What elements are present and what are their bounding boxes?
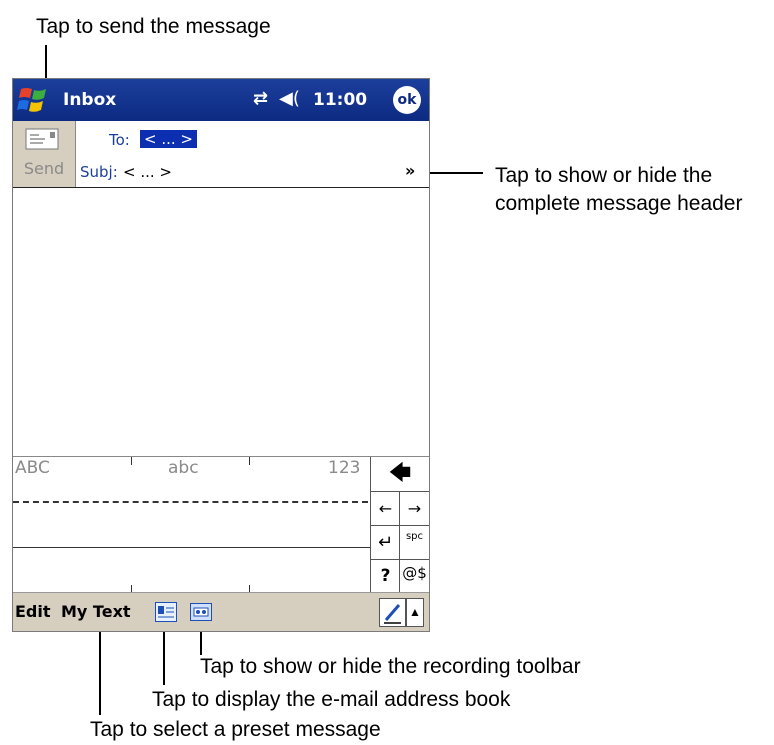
send-button[interactable]: Send — [13, 121, 76, 187]
speaker-icon[interactable]: ◀( — [279, 88, 300, 109]
callout-header-line2: complete message header — [495, 192, 743, 215]
title-bar: Inbox ⇄ ◀( 11:00 ok — [13, 79, 429, 121]
callout-header-line1: Tap to show or hide the — [495, 164, 713, 187]
subject-label: Subj: — [80, 163, 118, 181]
callout-recording: Tap to show or hide the recording toolba… — [200, 655, 581, 678]
callout-header: Tap to show or hide the complete message… — [495, 163, 742, 216]
help-key[interactable]: ? — [370, 560, 400, 594]
input-method-pen-icon[interactable] — [379, 598, 406, 627]
envelope-icon — [25, 128, 59, 150]
numeric-zone-label: 123 — [328, 458, 361, 478]
callout-addressbook-line — [163, 625, 165, 685]
to-label: To: — [109, 131, 130, 149]
enter-key[interactable]: ↵ — [370, 526, 400, 560]
input-panel-arrow-icon[interactable]: ▲ — [406, 598, 424, 627]
midline — [13, 501, 368, 503]
message-header: Send To: < ... > Subj: < ... > » — [13, 121, 429, 188]
edit-menu[interactable]: Edit — [15, 602, 51, 621]
zone-divider-top — [131, 457, 132, 465]
send-label: Send — [23, 159, 65, 178]
left-arrow-key[interactable]: ← — [370, 492, 400, 526]
lowercase-zone-label: abc — [168, 458, 199, 478]
ok-button[interactable]: ok — [393, 86, 421, 114]
key-grid: 🡄 ← → ↵ spc ? @$ — [370, 457, 429, 594]
subject-field[interactable]: < ... > — [123, 163, 172, 181]
zone-divider-top — [249, 457, 250, 465]
baseline — [13, 547, 370, 548]
clock[interactable]: 11:00 — [313, 90, 367, 110]
symbol-key[interactable]: @$ — [399, 560, 429, 594]
app-title: Inbox — [63, 90, 117, 110]
my-text-menu[interactable]: My Text — [61, 602, 131, 621]
windows-flag-icon[interactable] — [17, 85, 49, 115]
right-arrow-key[interactable]: → — [399, 492, 429, 526]
recording-toolbar-icon[interactable] — [190, 603, 212, 621]
letter-recognizer-area[interactable]: ABC abc 123 — [13, 457, 371, 593]
callout-send: Tap to send the message — [36, 15, 271, 38]
message-body[interactable] — [13, 188, 429, 456]
pocket-pc-screen: Inbox ⇄ ◀( 11:00 ok Send To: < ... > Sub… — [12, 78, 430, 632]
menu-bar: Edit My Text ▲ — [13, 592, 429, 631]
space-key[interactable]: spc — [399, 526, 429, 560]
backspace-key[interactable]: 🡄 — [370, 457, 429, 492]
callout-addressbook: Tap to display the e-mail address book — [152, 688, 511, 711]
input-panel: ABC abc 123 🡄 ← → ↵ spc ? @$ — [13, 456, 429, 594]
double-chevron-down-icon[interactable]: » — [405, 161, 415, 180]
uppercase-zone-label: ABC — [15, 458, 50, 478]
address-book-icon[interactable] — [155, 602, 177, 622]
to-field[interactable]: < ... > — [140, 130, 197, 148]
callout-preset-line — [99, 625, 101, 715]
callout-header-line — [425, 172, 483, 174]
connectivity-icon[interactable]: ⇄ — [253, 88, 268, 109]
callout-preset: Tap to select a preset message — [90, 718, 381, 741]
